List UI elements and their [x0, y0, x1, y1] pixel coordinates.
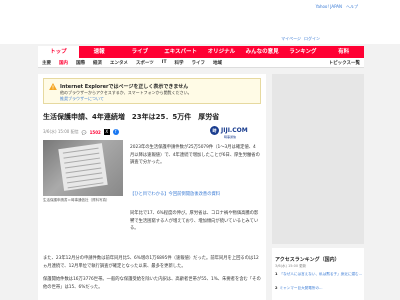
nav-item-top[interactable]: トップ: [38, 46, 79, 58]
recommended-browser-link[interactable]: 推奨ブラウザーについて: [60, 96, 104, 102]
article: Internet Explorerではページを正しく表示できません 他のブラウザ…: [38, 74, 266, 300]
sidebar: アクセスランキング（国内） 3/6(水) 15:00 更新 1 「なぜ人には言えな…: [272, 74, 364, 300]
sub-nav: 主要 国内 国際 経済 エンタメ スポーツ IT 科学 ライフ 地域 トピックス…: [38, 58, 364, 68]
main-nav: トップ 速報 ライブ エキスパート オリジナル みんなの意見 ランキング 有料: [38, 46, 364, 58]
ranking-panel: アクセスランキング（国内） 3/6(水) 15:00 更新 1 「なぜ人には言えな…: [272, 248, 364, 300]
article-meta: 3/6(水) 15:00 配信 💬 1502 X f: [43, 129, 119, 135]
nav-item-breaking[interactable]: 速報: [79, 46, 120, 58]
subnav-item-sports[interactable]: スポーツ: [132, 60, 158, 66]
top-links: Yahoo! JAPAN ヘルプ: [316, 4, 358, 10]
subnav-item-region[interactable]: 地域: [209, 60, 226, 66]
page: Yahoo! JAPAN ヘルプ マイページ ログイン トップ 速報 ライブ エ…: [0, 0, 400, 300]
document-image: [58, 143, 108, 191]
article-paragraph: また、23年12月分の申請件数は前年同月比5、6%増の1万6895件（速報値）だ…: [43, 256, 259, 269]
facebook-share-icon[interactable]: f: [112, 129, 119, 135]
mypage-link[interactable]: マイページ: [281, 36, 301, 42]
top-link-help[interactable]: ヘルプ: [346, 4, 358, 10]
subnav-item-it[interactable]: IT: [158, 60, 171, 65]
nav-item-opinions[interactable]: みんなの意見: [242, 46, 283, 58]
photo-caption: 生活保護申請書＝時事通信社（資料写真）: [43, 198, 110, 202]
subnav-item-science[interactable]: 科学: [171, 60, 188, 66]
subnav-item-international[interactable]: 国際: [72, 60, 89, 66]
top-link-yahoo[interactable]: Yahoo! JAPAN: [316, 4, 342, 10]
ranking-number: 1: [275, 272, 278, 276]
subnav-item-entertainment[interactable]: エンタメ: [106, 60, 132, 66]
topics-list-link[interactable]: トピックス一覧: [325, 60, 364, 66]
warning-icon: [49, 83, 57, 90]
ranking-item-text: ミャンマー巨大発電所の...: [279, 286, 323, 290]
nav-item-original[interactable]: オリジナル: [201, 46, 242, 58]
nav-item-live[interactable]: ライブ: [120, 46, 161, 58]
user-links: マイページ ログイン: [281, 36, 320, 42]
subnav-item-life[interactable]: ライフ: [188, 60, 210, 66]
warning-title: Internet Explorerではページを正しく表示できません: [60, 84, 189, 90]
ranking-item-text: 「なぜ人には言えない、私は黙る子」身近に潜む...: [279, 272, 363, 276]
article-headline: 生活保護申請、4年連続増 23年は25．5万件 厚労省: [43, 113, 220, 121]
ranking-title: アクセスランキング（国内）: [275, 257, 340, 263]
comment-icon: 💬: [81, 129, 87, 135]
source-name: JIJI.COM: [221, 126, 248, 134]
article-paragraph: 保護開始件数は16万3776世帯。一般的な保護受給を除いた内訳は、高齢者世帯が5…: [43, 277, 261, 290]
x-share-icon[interactable]: X: [103, 129, 110, 135]
article-paragraph: 2023年の生活保護申請件数が25万5079件（1～3月は確定値、4月以降は速報…: [130, 145, 260, 165]
jiji-logo-icon: 時: [210, 125, 219, 135]
subnav-item-domestic[interactable]: 国内: [55, 60, 72, 66]
nav-item-paid[interactable]: 有料: [323, 46, 364, 58]
related-link[interactable]: 【ひと目でわかる】今回前倒開放後改善の資料: [130, 191, 260, 197]
ranking-updated: 3/6(水) 15:00 更新: [275, 264, 307, 268]
ranking-number: 2: [275, 286, 278, 290]
nav-item-ranking[interactable]: ランキング: [283, 46, 324, 58]
ranking-item[interactable]: 1 「なぜ人には言えない、私は黙る子」身近に潜む...: [275, 272, 363, 277]
header: Yahoo! JAPAN ヘルプ マイページ ログイン: [0, 0, 400, 44]
source-logo[interactable]: 時 JIJI.COM: [210, 125, 262, 135]
article-photo[interactable]: [43, 140, 123, 196]
subnav-item-main[interactable]: 主要: [38, 60, 55, 66]
article-paragraph: 同年比で17、6%程度の伸び。厚労省は、コロナ禍や物価高騰の影響で生活困窮する人…: [130, 211, 259, 231]
article-date: 3/6(水) 15:00 配信: [43, 129, 79, 134]
subnav-item-economy[interactable]: 経済: [89, 60, 106, 66]
ad-slot[interactable]: [272, 74, 364, 244]
source-sub: 時事通信: [224, 135, 237, 139]
nav-item-expert[interactable]: エキスパート: [160, 46, 201, 58]
comment-count[interactable]: 1502: [90, 130, 101, 135]
login-link[interactable]: ログイン: [304, 36, 320, 42]
ranking-item[interactable]: 2 ミャンマー巨大発電所の...: [275, 286, 363, 291]
browser-warning: Internet Explorerではページを正しく表示できません 他のブラウザ…: [43, 78, 261, 104]
